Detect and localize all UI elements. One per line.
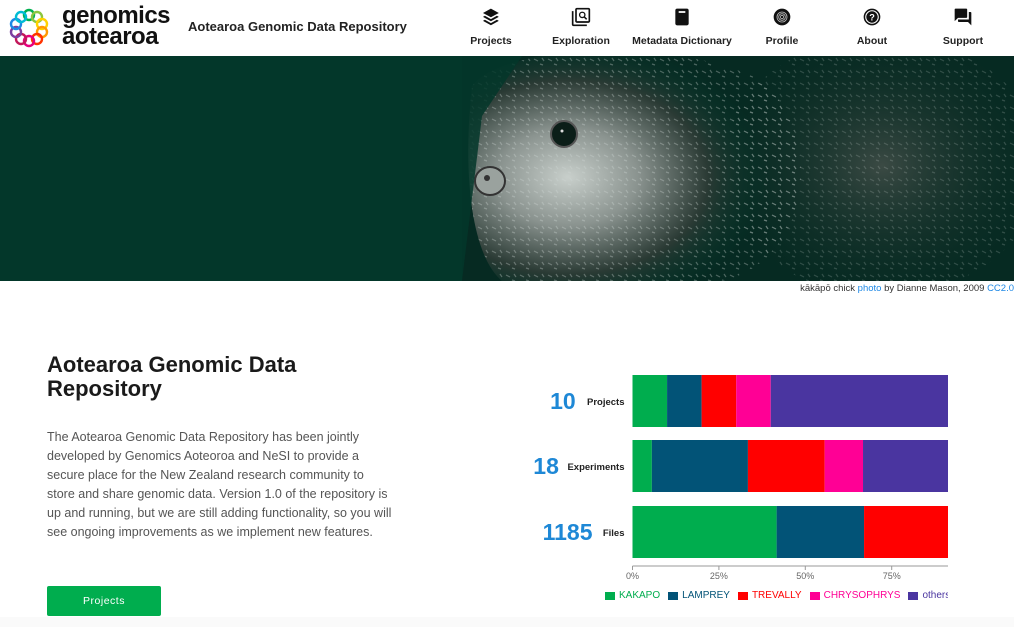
bar-experiments-others[interactable] [863,440,948,492]
nav-profile-label: Profile [765,35,799,47]
intro-description: The Aotearoa Genomic Data Repository has… [47,430,392,539]
nav-metadata-dictionary[interactable]: Metadata Dictionary [628,0,736,56]
legend-label: others [922,590,948,601]
x-tick-label: 0% [626,571,639,581]
legend-label: KAKAPO [619,590,661,601]
bar-projects-kakapo[interactable] [632,375,668,427]
caption-license-link[interactable]: CC2.0 [987,283,1014,294]
top-nav-bar: genomics aotearoa Aotearoa Genomic Data … [0,0,1014,56]
nav-exploration[interactable]: Exploration [546,0,616,56]
x-tick-label: 25% [710,571,728,581]
legend-item-others[interactable]: others [908,590,948,601]
fingerprint-icon [773,8,791,26]
category-total: 1185 [543,519,593,545]
category-label: Files [603,528,625,539]
legend-label: CHRYSOPHRYS [823,590,901,601]
projects-button[interactable]: Projects [47,586,161,616]
legend-label: LAMPREY [682,590,730,601]
nav-about-label: About [856,35,888,47]
caption-text: kākāpō chick [800,283,858,294]
svg-text:?: ? [869,12,875,22]
nav-support[interactable]: Support [935,0,991,56]
nav-exploration-label: Exploration [552,35,610,47]
x-tick-label: 75% [883,571,901,581]
bar-projects-chrysophrys[interactable] [736,375,771,427]
category-label: Experiments [567,462,624,473]
hero-banner [0,56,1014,281]
nav-about[interactable]: ? About [844,0,900,56]
bar-projects-others[interactable] [770,375,948,427]
legend-swatch [809,591,820,600]
bar-projects-trevally[interactable] [701,375,737,427]
legend-item-chrysophrys[interactable]: CHRYSOPHRYS [809,590,901,601]
bar-projects-lamprey[interactable] [667,375,702,427]
nav-support-label: Support [942,35,984,47]
forum-icon [954,8,972,26]
genomics-aotearoa-logo-icon[interactable] [9,8,49,48]
legend-swatch [908,591,919,600]
legend-label: TREVALLY [751,590,802,601]
logo-wordmark[interactable]: genomics aotearoa [62,4,171,50]
legend-item-trevally[interactable]: TREVALLY [737,590,802,601]
bar-files-lamprey[interactable] [776,506,865,558]
nav-projects-label: Projects [470,35,512,47]
legend-swatch [737,591,748,600]
category-total: 10 [550,388,576,414]
bar-experiments-kakapo[interactable] [632,440,652,492]
legend-swatch [668,591,679,600]
bar-files-kakapo[interactable] [632,506,777,558]
photo-caption: kākāpō chick photo by Dianne Mason, 2009… [800,283,1014,294]
site-title: Aotearoa Genomic Data Repository [188,19,407,34]
bar-experiments-trevally[interactable] [747,440,825,492]
caption-author: by Dianne Mason, 2009 [881,283,988,294]
legend-item-kakapo[interactable]: KAKAPO [605,590,660,601]
stacked-bar-chart: Projects 10 Experiments 18 Files 1185 0% 25% 50%… [533,375,948,581]
logo-line-2: aotearoa [62,23,159,50]
bar-experiments-chrysophrys[interactable] [824,440,864,492]
help-circle-icon: ? [863,8,881,26]
legend-swatch [605,591,615,600]
intro-title: Aotearoa Genomic Data Repository [47,352,297,401]
species-chart: Projects 10 Experiments 18 Files 1185 0% 25% 50%… [520,360,948,610]
bar-experiments-lamprey[interactable] [651,440,748,492]
footer-band [0,617,1014,627]
layers-icon [482,8,499,26]
category-label: Projects [587,397,625,408]
nav-metadata-dictionary-label: Metadata Dictionary [632,35,732,47]
image-search-icon [571,7,591,27]
chart-legend: KAKAPO LAMPREY TREVALLY CHRYSOPHRYS others [605,590,948,604]
nav-profile[interactable]: Profile [754,0,810,56]
bar-files-trevally[interactable] [864,506,948,558]
legend-item-lamprey[interactable]: LAMPREY [668,590,730,601]
book-icon [675,8,689,26]
caption-photo-link[interactable]: photo [858,283,882,294]
kakapo-photo [462,56,1014,281]
nav-projects[interactable]: Projects [461,0,521,56]
category-total: 18 [533,453,559,479]
x-tick-label: 50% [796,571,814,581]
